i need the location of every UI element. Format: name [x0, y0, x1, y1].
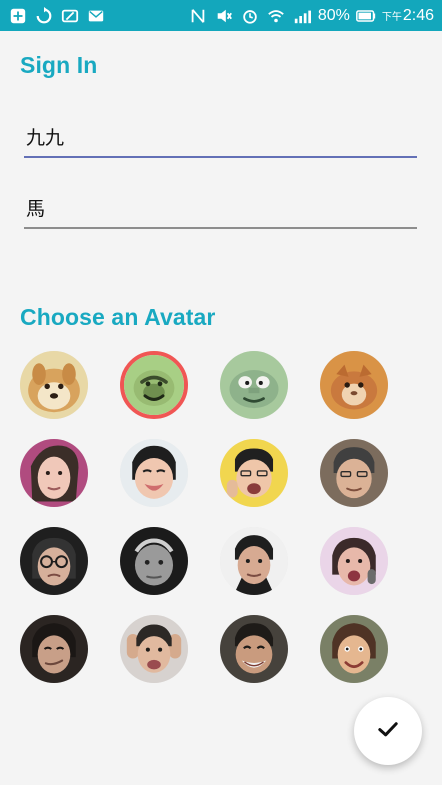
- status-right: 80% 下午 2:46: [188, 6, 434, 26]
- edit-icon: [60, 6, 80, 26]
- avatar-woman-glasses[interactable]: [20, 527, 88, 595]
- avatar-man-hands-on-head[interactable]: [120, 615, 188, 683]
- sign-in-title: Sign In: [20, 52, 98, 78]
- status-left: [8, 6, 106, 26]
- avatar-cartoon-smile[interactable]: [120, 351, 188, 419]
- alarm-icon: [240, 6, 260, 26]
- avatar-man-pointing[interactable]: [220, 439, 288, 507]
- avatar-woman-shouting[interactable]: [320, 527, 388, 595]
- avatar-man-laughing[interactable]: [220, 615, 288, 683]
- avatar-man-face[interactable]: [320, 615, 388, 683]
- avatar-man-suit[interactable]: [220, 527, 288, 595]
- battery-icon: [355, 6, 376, 26]
- sync-icon: [34, 6, 54, 26]
- battery-level: 80%: [317, 6, 350, 24]
- signal-icon: [292, 6, 312, 26]
- nfc-icon: [188, 6, 208, 26]
- last-name-field[interactable]: [24, 187, 417, 229]
- status-bar: 80% 下午 2:46: [0, 0, 442, 31]
- time-prefix: 下午: [381, 11, 402, 23]
- mute-icon: [214, 6, 234, 26]
- avatar-title: Choose an Avatar: [20, 304, 216, 330]
- check-icon: [374, 715, 402, 747]
- confirm-button[interactable]: [354, 697, 422, 765]
- avatar-grid: [20, 351, 392, 684]
- avatar-cartoon-face[interactable]: [220, 351, 288, 419]
- avatar-woman-face[interactable]: [20, 439, 88, 507]
- avatar-cat[interactable]: [320, 351, 388, 419]
- avatar-doge[interactable]: [20, 351, 88, 419]
- clock: 下午 2:46: [381, 6, 434, 24]
- first-name-field[interactable]: [24, 116, 417, 158]
- avatar-laughing-man[interactable]: [120, 439, 188, 507]
- avatar-old-man[interactable]: [120, 527, 188, 595]
- wifi-icon: [266, 6, 286, 26]
- mail-icon: [86, 6, 106, 26]
- avatar-man-smirk[interactable]: [20, 615, 88, 683]
- avatar-older-man[interactable]: [320, 439, 388, 507]
- time: 2:46: [402, 6, 434, 24]
- add-icon: [8, 6, 28, 26]
